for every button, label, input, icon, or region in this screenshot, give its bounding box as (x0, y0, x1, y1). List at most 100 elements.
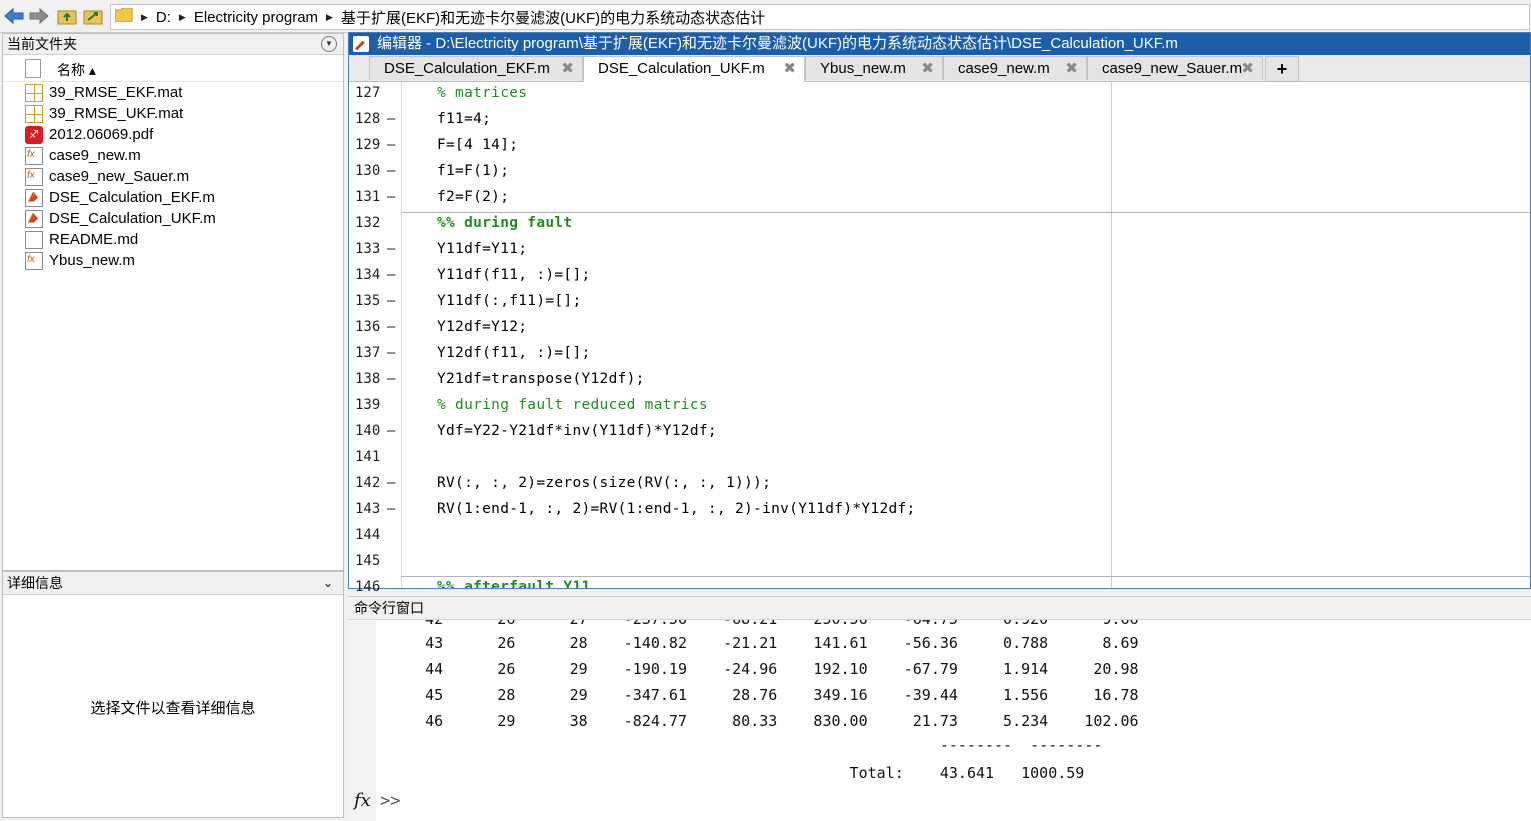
back-arrow-icon[interactable] (4, 6, 24, 26)
code-line[interactable]: Y11df(f11, :)=[]; (437, 267, 591, 283)
executable-line-marker[interactable]: — (387, 137, 395, 153)
executable-line-marker[interactable]: — (387, 475, 395, 491)
file-name: DSE_Calculation_UKF.m (49, 210, 216, 227)
code-line[interactable]: Y11df=Y11; (437, 241, 527, 257)
line-number: 139 (355, 397, 381, 413)
function-file-icon: fx (25, 146, 43, 165)
file-name: case9_new_Sauer.m (49, 168, 190, 185)
editor-titlebar: 编辑器 - D:\Electricity program\基于扩展(EKF)和无… (349, 33, 1530, 55)
executable-line-marker[interactable]: — (387, 501, 395, 517)
file-item[interactable]: 39_RMSE_UKF.mat (25, 103, 183, 124)
line-number: 146 (355, 579, 381, 595)
file-item[interactable]: 39_RMSE_EKF.mat (25, 82, 182, 103)
output-rule: -------- -------- (398, 736, 1103, 754)
breadcrumb-current-folder[interactable]: 基于扩展(EKF)和无迹卡尔曼滤波(UKF)的电力系统动态状态估计 (335, 7, 771, 28)
chevron-down-icon[interactable]: ⌄ (323, 572, 333, 594)
code-line[interactable]: Y12df(f11, :)=[]; (437, 345, 591, 361)
breadcrumb-drive[interactable]: D: (150, 9, 177, 26)
executable-line-marker[interactable]: — (387, 267, 395, 283)
function-browser-icon[interactable]: fx (354, 790, 371, 811)
code-line[interactable]: Ydf=Y22-Y21df*inv(Y11df)*Y12df; (437, 423, 717, 439)
details-title: 详细信息 (7, 575, 63, 591)
current-folder-header: 当前文件夹 ▼ (3, 34, 343, 55)
file-item[interactable]: ♐ 2012.06069.pdf (25, 124, 153, 145)
name-column-header[interactable]: 名称 ▴ (57, 60, 96, 80)
close-icon[interactable]: ✖ (1065, 57, 1078, 81)
line-number: 134 (355, 267, 381, 283)
executable-line-marker[interactable]: — (387, 319, 395, 335)
current-folder-title: 当前文件夹 (7, 36, 77, 52)
editor-pencil-icon (353, 36, 369, 52)
command-output: 42 26 27 -237.56 -68.21 250.56 -64.75 0.… (348, 620, 1531, 788)
close-icon[interactable]: ✖ (561, 57, 574, 81)
browse-folder-icon[interactable] (83, 6, 103, 26)
file-item[interactable]: fx case9_new.m (25, 145, 141, 166)
forward-arrow-icon[interactable] (29, 6, 49, 26)
output-row: 42 26 27 -237.56 -68.21 250.56 -64.75 0.… (398, 620, 1138, 628)
executable-line-marker[interactable]: — (387, 345, 395, 361)
current-folder-panel: 当前文件夹 ▼ 名称 ▴ 39_RMSE_EKF.mat 39_RMSE_UKF… (2, 33, 344, 571)
editor-title: 编辑器 - D:\Electricity program\基于扩展(EKF)和无… (377, 35, 1178, 52)
panel-menu-icon[interactable]: ▼ (321, 36, 337, 52)
cell-title-line[interactable]: %% afterfault Y11 (437, 579, 591, 588)
code-line[interactable]: RV(:, :, 2)=zeros(size(RV(:, :, 1))); (437, 475, 771, 491)
file-item[interactable]: DSE_Calculation_UKF.m (25, 208, 216, 229)
code-line[interactable]: RV(1:end-1, :, 2)=RV(1:end-1, :, 2)-inv(… (437, 501, 916, 517)
close-icon[interactable]: ✖ (921, 57, 934, 81)
file-name: case9_new.m (49, 147, 141, 164)
output-row: 44 26 29 -190.19 -24.96 192.10 -67.79 1.… (398, 660, 1139, 678)
code-line[interactable]: Y12df=Y12; (437, 319, 527, 335)
executable-line-marker[interactable]: — (387, 293, 395, 309)
tab-ybus-new[interactable]: Ybus_new.m ✖ (805, 56, 943, 80)
command-window[interactable]: 命令行窗口 42 26 27 -237.56 -68.21 250.56 -64… (348, 596, 1531, 821)
file-item[interactable]: DSE_Calculation_EKF.m (25, 187, 215, 208)
tab-dse-calculation-ekf[interactable]: DSE_Calculation_EKF.m ✖ (369, 56, 583, 80)
executable-line-marker[interactable]: — (387, 163, 395, 179)
close-icon[interactable]: ✖ (783, 57, 796, 81)
executable-line-marker[interactable]: — (387, 189, 395, 205)
right-margin-line (1111, 82, 1112, 588)
file-item[interactable]: fx Ybus_new.m (25, 250, 135, 271)
executable-line-marker[interactable]: — (387, 423, 395, 439)
close-icon[interactable]: ✖ (1241, 57, 1254, 81)
breadcrumb[interactable]: ▶ D: ▶ Electricity program ▶ 基于扩展(EKF)和无… (110, 4, 1530, 30)
function-file-icon: fx (25, 167, 43, 186)
code-line[interactable]: Y11df(:,f11)=[]; (437, 293, 581, 309)
tab-case9-new-sauer[interactable]: case9_new_Sauer.m ✖ (1087, 56, 1263, 80)
line-number: 140 (355, 423, 381, 439)
code-line[interactable]: F=[4 14]; (437, 137, 518, 153)
file-name: README.md (49, 231, 139, 248)
line-number: 137 (355, 345, 381, 361)
code-area[interactable]: % matrices f11=4; F=[4 14]; f1=F(1); f2=F(2)… (401, 82, 1530, 588)
cell-divider (401, 212, 1530, 213)
script-file-icon (25, 209, 43, 228)
up-folder-icon[interactable] (57, 6, 77, 26)
tab-case9-new[interactable]: case9_new.m ✖ (943, 56, 1087, 80)
details-header[interactable]: 详细信息 ⌄ (3, 572, 343, 595)
file-item[interactable]: fx case9_new_Sauer.m (25, 166, 189, 187)
breadcrumb-folder[interactable]: Electricity program (188, 9, 324, 26)
address-bar: ▶ D: ▶ Electricity program ▶ 基于扩展(EKF)和无… (0, 0, 1531, 33)
code-line[interactable]: % during fault reduced matrics (437, 397, 708, 413)
file-column-header[interactable]: 名称 ▴ (3, 55, 343, 82)
line-number: 141 (355, 449, 381, 465)
executable-line-marker[interactable]: — (387, 241, 395, 257)
code-line[interactable]: % matrices (437, 85, 527, 101)
executable-line-marker[interactable]: — (387, 111, 395, 127)
chevron-right-icon: ▶ (178, 11, 186, 22)
add-tab-button[interactable]: + (1265, 56, 1299, 81)
chevron-right-icon: ▶ (326, 11, 333, 22)
code-line[interactable]: Y21df=transpose(Y12df); (437, 371, 645, 387)
pdf-file-icon: ♐ (25, 125, 43, 144)
line-number: 127 (355, 85, 381, 101)
executable-line-marker[interactable]: — (387, 371, 395, 387)
code-line[interactable]: f2=F(2); (437, 189, 509, 205)
tab-dse-calculation-ukf[interactable]: DSE_Calculation_UKF.m ✖ (583, 56, 805, 82)
code-line[interactable]: f1=F(1); (437, 163, 509, 179)
file-item[interactable]: README.md (25, 229, 138, 250)
cell-title-line[interactable]: %% during fault (437, 215, 572, 231)
code-line[interactable]: f11=4; (437, 111, 491, 127)
line-number: 143 (355, 501, 381, 517)
command-prompt[interactable]: >> (380, 791, 400, 811)
tab-label: case9_new_Sauer.m (1102, 60, 1243, 77)
